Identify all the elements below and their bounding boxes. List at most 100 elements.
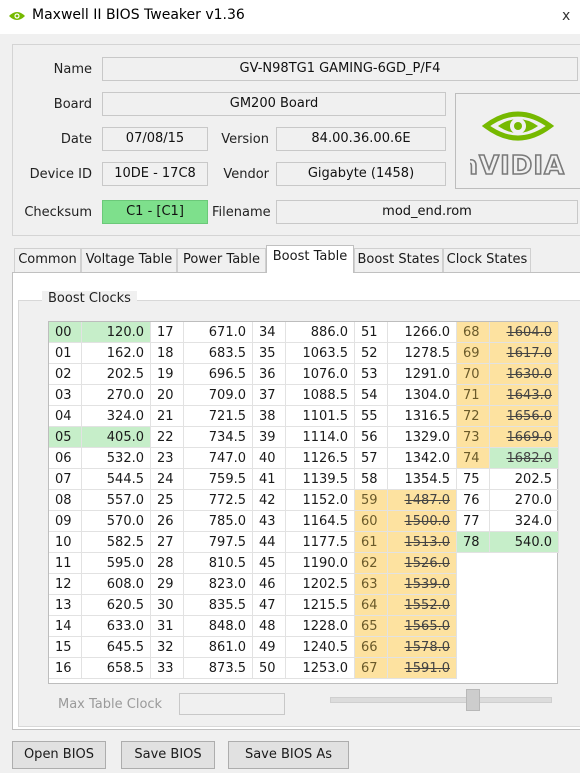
boost-entry-clock[interactable]: 582.5 <box>82 532 151 553</box>
boost-entry-clock[interactable]: 797.5 <box>184 532 253 553</box>
boost-entry-clock[interactable]: 1266.0 <box>388 322 457 343</box>
boost-entry-clock[interactable]: 1500.0 <box>388 511 457 532</box>
boost-entry-clock[interactable]: 405.0 <box>82 427 151 448</box>
boost-entry-clock[interactable]: 721.5 <box>184 406 253 427</box>
boost-entry-clock[interactable]: 1578.0 <box>388 637 457 658</box>
tab-common[interactable]: Common <box>14 248 81 272</box>
device-id-field[interactable]: 10DE - 17C8 <box>102 162 208 186</box>
boost-entry-clock[interactable]: 1202.5 <box>286 574 355 595</box>
boost-entry-clock[interactable]: 532.0 <box>82 448 151 469</box>
boost-entry-clock[interactable]: 1190.0 <box>286 553 355 574</box>
boost-entry-clock[interactable]: 1088.5 <box>286 385 355 406</box>
boost-entry-clock[interactable]: 696.5 <box>184 364 253 385</box>
boost-entry-clock[interactable]: 1656.0 <box>490 406 559 427</box>
boost-entry-clock[interactable]: 557.0 <box>82 490 151 511</box>
boost-entry-clock[interactable]: 595.0 <box>82 553 151 574</box>
boost-entry-clock[interactable]: 1228.0 <box>286 616 355 637</box>
max-clock-slider-thumb[interactable] <box>466 689 480 711</box>
close-icon[interactable]: x <box>562 4 580 28</box>
filename-field[interactable]: mod_end.rom <box>276 200 578 224</box>
boost-entry-clock[interactable]: 1304.0 <box>388 385 457 406</box>
boost-entry-clock[interactable]: 873.5 <box>184 658 253 679</box>
boost-entry-clock[interactable]: 1126.5 <box>286 448 355 469</box>
tab-boost-table[interactable]: Boost Table <box>266 245 354 273</box>
tab-boost-states[interactable]: Boost States <box>354 248 443 272</box>
boost-entry-clock[interactable]: 1139.5 <box>286 469 355 490</box>
boost-entry-clock[interactable]: 1591.0 <box>388 658 457 679</box>
boost-entry-clock[interactable]: 1329.0 <box>388 427 457 448</box>
boost-entry-clock[interactable]: 671.0 <box>184 322 253 343</box>
boost-entry-clock[interactable]: 1630.0 <box>490 364 559 385</box>
boost-entry-clock[interactable]: 1316.5 <box>388 406 457 427</box>
save-bios-as-button[interactable]: Save BIOS As <box>228 741 349 769</box>
boost-entry-clock[interactable]: 835.5 <box>184 595 253 616</box>
tab-clock-states[interactable]: Clock States <box>443 248 531 272</box>
boost-entry-clock[interactable]: 1354.5 <box>388 469 457 490</box>
boost-entry-clock[interactable]: 270.0 <box>82 385 151 406</box>
boost-entry-clock[interactable]: 324.0 <box>82 406 151 427</box>
boost-entry-clock[interactable]: 620.5 <box>82 595 151 616</box>
name-field[interactable]: GV-N98TG1 GAMING-6GD_P/F4 <box>102 57 578 81</box>
boost-entry-clock[interactable]: 1617.0 <box>490 343 559 364</box>
boost-entry-clock[interactable]: 1076.0 <box>286 364 355 385</box>
boost-entry-clock[interactable]: 861.0 <box>184 637 253 658</box>
boost-entry-clock[interactable]: 1152.0 <box>286 490 355 511</box>
boost-entry-clock[interactable]: 1114.0 <box>286 427 355 448</box>
boost-entry-clock[interactable]: 1526.0 <box>388 553 457 574</box>
boost-entry-clock[interactable]: 683.5 <box>184 343 253 364</box>
save-bios-button[interactable]: Save BIOS <box>121 741 215 769</box>
boost-entry-clock[interactable]: 1513.0 <box>388 532 457 553</box>
boost-entry-clock[interactable]: 1604.0 <box>490 322 559 343</box>
boost-entry-clock[interactable]: 202.5 <box>490 469 559 490</box>
boost-entry-clock[interactable]: 1291.0 <box>388 364 457 385</box>
checksum-field[interactable]: C1 - [C1] <box>102 200 208 224</box>
boost-entry-clock[interactable]: 1253.0 <box>286 658 355 679</box>
boost-entry-clock[interactable]: 645.5 <box>82 637 151 658</box>
boost-entry-clock[interactable]: 1240.5 <box>286 637 355 658</box>
boost-entry-clock[interactable]: 1682.0 <box>490 448 559 469</box>
boost-entry-clock[interactable]: 1063.5 <box>286 343 355 364</box>
boost-entry-clock[interactable]: 1552.0 <box>388 595 457 616</box>
boost-entry-clock[interactable]: 1101.5 <box>286 406 355 427</box>
boost-entry-clock[interactable]: 540.0 <box>490 532 559 553</box>
boost-entry-clock[interactable]: 759.5 <box>184 469 253 490</box>
boost-entry-clock[interactable]: 1164.5 <box>286 511 355 532</box>
boost-entry-clock[interactable]: 633.0 <box>82 616 151 637</box>
boost-entry-clock[interactable]: 886.0 <box>286 322 355 343</box>
open-bios-button[interactable]: Open BIOS <box>12 741 106 769</box>
tab-voltage-table[interactable]: Voltage Table <box>81 248 177 272</box>
boost-entry-clock[interactable]: 270.0 <box>490 490 559 511</box>
boost-entry-clock[interactable]: 810.5 <box>184 553 253 574</box>
boost-entry-clock[interactable]: 1487.0 <box>388 490 457 511</box>
boost-entry-clock[interactable]: 544.5 <box>82 469 151 490</box>
boost-entry-clock[interactable]: 120.0 <box>82 322 151 343</box>
boost-entry-clock[interactable]: 570.0 <box>82 511 151 532</box>
boost-entry-clock[interactable]: 1643.0 <box>490 385 559 406</box>
boost-entry-clock[interactable]: 848.0 <box>184 616 253 637</box>
boost-entry-clock[interactable]: 1215.5 <box>286 595 355 616</box>
boost-entry-clock[interactable]: 162.0 <box>82 343 151 364</box>
boost-entry-clock[interactable]: 772.5 <box>184 490 253 511</box>
boost-entry-clock[interactable]: 608.0 <box>82 574 151 595</box>
boost-entry-clock[interactable]: 1669.0 <box>490 427 559 448</box>
boost-entry-clock[interactable]: 747.0 <box>184 448 253 469</box>
version-field[interactable]: 84.00.36.00.6E <box>276 127 446 151</box>
board-field[interactable]: GM200 Board <box>102 92 446 116</box>
boost-entry-clock[interactable]: 1342.0 <box>388 448 457 469</box>
boost-entry-index: 33 <box>151 658 184 679</box>
boost-entry-clock[interactable]: 785.0 <box>184 511 253 532</box>
boost-entry-clock[interactable]: 324.0 <box>490 511 559 532</box>
boost-entry-clock[interactable]: 1565.0 <box>388 616 457 637</box>
date-field[interactable]: 07/08/15 <box>102 127 208 151</box>
boost-entry-clock[interactable]: 823.0 <box>184 574 253 595</box>
boost-clock-table[interactable]: 00 120.0 01 162.0 02 202.5 03 270.0 04 324.0 05 405… <box>48 321 559 684</box>
vendor-field[interactable]: Gigabyte (1458) <box>276 162 446 186</box>
boost-entry-clock[interactable]: 1278.5 <box>388 343 457 364</box>
boost-entry-clock[interactable]: 1539.0 <box>388 574 457 595</box>
boost-entry-clock[interactable]: 734.5 <box>184 427 253 448</box>
boost-entry-clock[interactable]: 709.0 <box>184 385 253 406</box>
tab-power-table[interactable]: Power Table <box>177 248 266 272</box>
boost-entry-clock[interactable]: 202.5 <box>82 364 151 385</box>
boost-entry-clock[interactable]: 658.5 <box>82 658 151 679</box>
boost-entry-clock[interactable]: 1177.5 <box>286 532 355 553</box>
